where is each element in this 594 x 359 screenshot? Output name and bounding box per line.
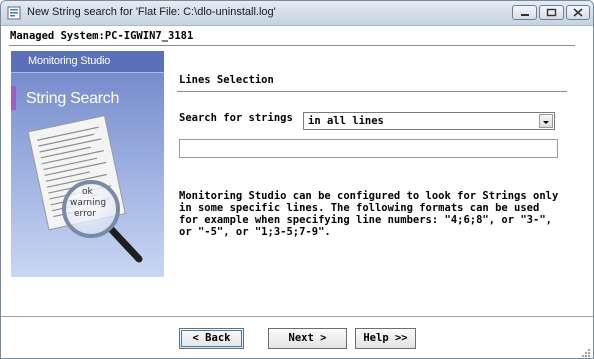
banner-product: Monitoring Studio	[28, 55, 111, 67]
close-icon	[573, 8, 583, 17]
managed-system-label: Managed System:PC-IGWIN7_3181	[10, 30, 194, 42]
section-title: Lines Selection	[179, 74, 274, 86]
maximize-icon	[546, 8, 557, 17]
banner-illustration	[11, 51, 164, 277]
minimize-button[interactable]	[512, 5, 537, 20]
line-numbers-input[interactable]	[179, 139, 558, 158]
description-line: in some specific lines. The following fo…	[179, 202, 540, 214]
resize-grip-icon[interactable]	[581, 348, 591, 358]
magnifier-word-ok: ok	[82, 187, 93, 197]
magnifier-word-error: error	[74, 209, 96, 219]
close-button[interactable]	[566, 5, 590, 20]
search-lines-select[interactable]: in all lines	[303, 112, 555, 130]
wizard-banner: Monitoring Studio String Search ok warni…	[11, 51, 164, 277]
minimize-icon	[521, 14, 529, 16]
dialog-window: New String search for 'Flat File: C:\dlo…	[0, 0, 594, 359]
description-line: or "-5", or "1;3-5;7-9".	[179, 226, 331, 238]
footer-divider	[1, 316, 593, 317]
title-bar[interactable]: New String search for 'Flat File: C:\dlo…	[1, 1, 593, 26]
search-for-strings-label: Search for strings	[179, 112, 293, 124]
maximize-button[interactable]	[539, 5, 564, 20]
banner-title: String Search	[26, 90, 120, 107]
next-button[interactable]: Next >	[268, 328, 347, 349]
header-divider	[9, 45, 575, 46]
description-line: Monitoring Studio can be configured to l…	[179, 190, 559, 202]
description-line: for example when specifying line numbers…	[179, 214, 552, 226]
dropdown-button[interactable]	[539, 114, 553, 128]
chevron-down-icon	[543, 121, 549, 124]
help-description: Monitoring Studio can be configured to l…	[179, 190, 579, 238]
section-divider	[177, 91, 567, 92]
search-lines-selected-value: in all lines	[308, 115, 384, 127]
dialog-content: Managed System:PC-IGWIN7_3181 Monitoring…	[1, 26, 593, 358]
help-button[interactable]: Help >>	[355, 328, 416, 349]
magnifier-word-warning: warning	[70, 198, 107, 208]
app-icon	[7, 6, 21, 20]
back-button[interactable]: < Back	[179, 328, 244, 349]
window-title: New String search for 'Flat File: C:\dlo…	[27, 6, 276, 18]
